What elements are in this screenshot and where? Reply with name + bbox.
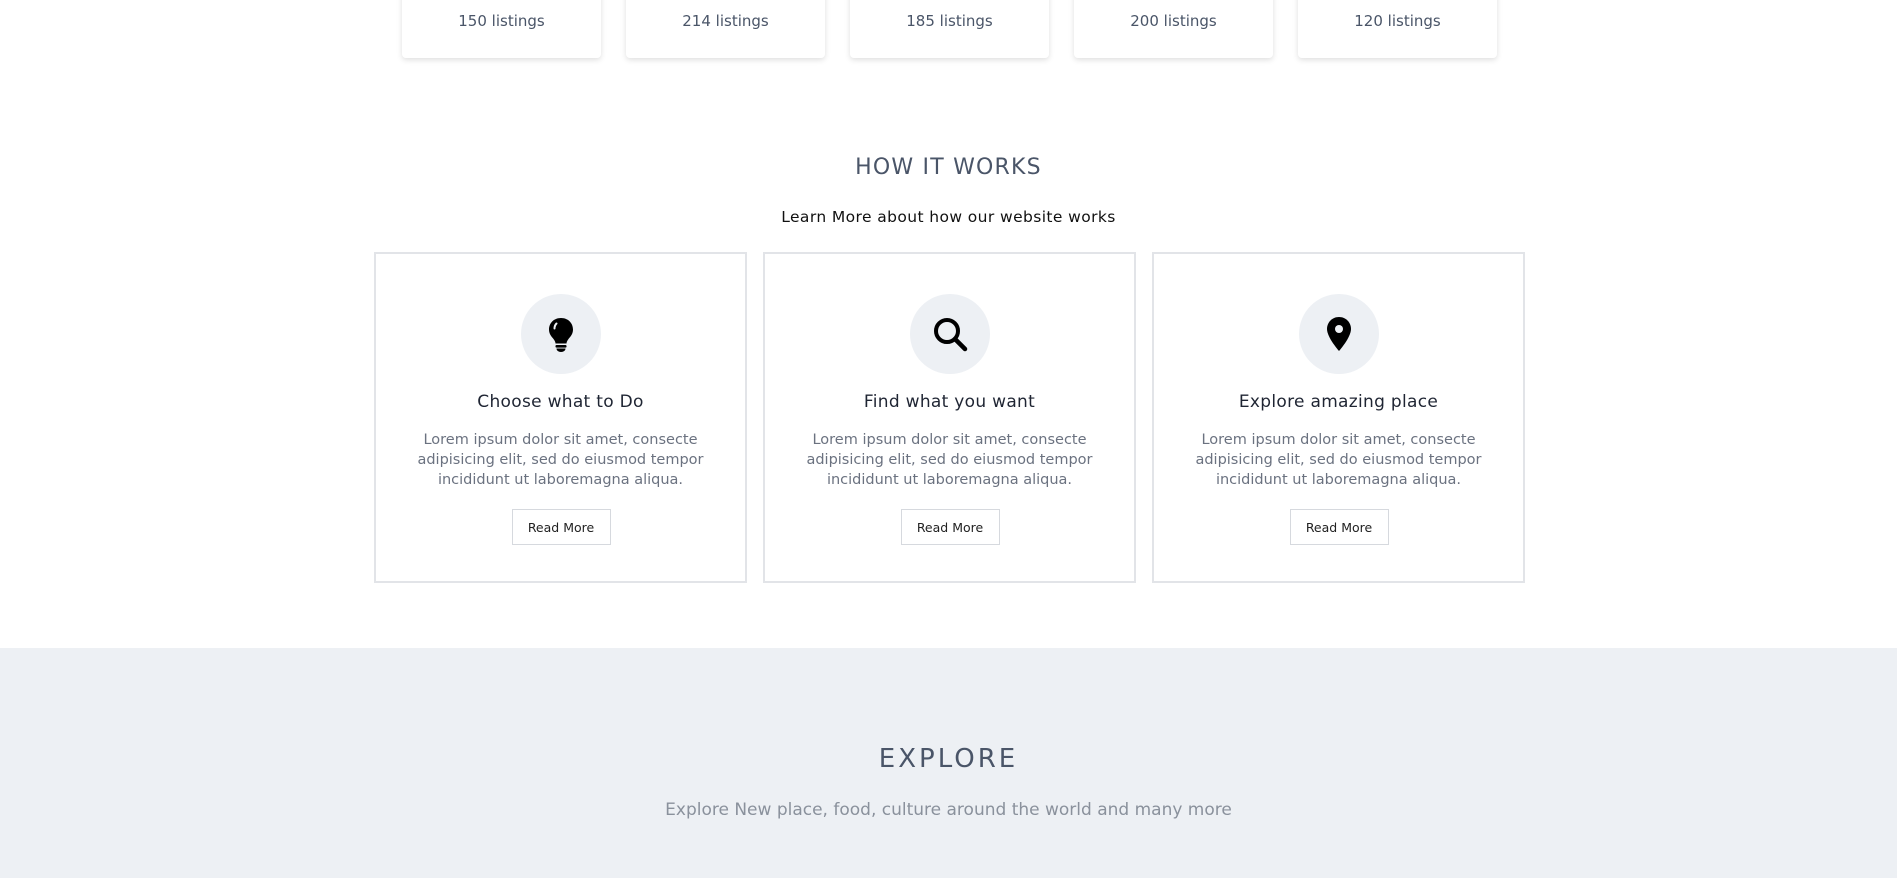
listing-card[interactable]: 200 listings bbox=[1074, 0, 1273, 58]
listing-card[interactable]: 150 listings bbox=[402, 0, 601, 58]
read-more-button[interactable]: Read More bbox=[1289, 509, 1389, 545]
step-card-find: Find what you want Lorem ipsum dolor sit… bbox=[763, 252, 1136, 583]
listing-count: 150 listings bbox=[458, 12, 545, 30]
listing-card[interactable]: 120 listings bbox=[1298, 0, 1497, 58]
listing-card[interactable]: 214 listings bbox=[626, 0, 825, 58]
listing-count: 214 listings bbox=[682, 12, 769, 30]
search-icon bbox=[933, 318, 967, 352]
listing-count: 120 listings bbox=[1354, 12, 1441, 30]
explore-section: EXPLORE Explore New place, food, culture… bbox=[0, 648, 1897, 878]
step-title: Explore amazing place bbox=[1238, 392, 1439, 412]
step-card-choose: Choose what to Do Lorem ipsum dolor sit … bbox=[374, 252, 747, 583]
step-icon-wrapper bbox=[909, 294, 990, 374]
explore-subtitle: Explore New place, food, culture around … bbox=[665, 800, 1232, 820]
step-description: Lorem ipsum dolor sit amet, consecte adi… bbox=[417, 432, 704, 488]
step-icon-wrapper bbox=[1298, 294, 1379, 374]
lightbulb-icon bbox=[548, 318, 573, 352]
step-description: Lorem ipsum dolor sit amet, consecte adi… bbox=[806, 432, 1093, 488]
step-description: Lorem ipsum dolor sit amet, consecte adi… bbox=[1195, 432, 1482, 488]
step-card-explore: Explore amazing place Lorem ipsum dolor … bbox=[1152, 252, 1525, 583]
step-title: Choose what to Do bbox=[477, 392, 644, 412]
step-icon-wrapper bbox=[520, 294, 601, 374]
how-it-works-subtitle: Learn More about how our website works bbox=[781, 208, 1116, 226]
read-more-button[interactable]: Read More bbox=[511, 509, 611, 545]
listing-count: 185 listings bbox=[906, 12, 993, 30]
read-more-button[interactable]: Read More bbox=[900, 509, 1000, 545]
page: 150 listings 214 listings 185 listings 2… bbox=[0, 0, 1897, 878]
listing-count: 200 listings bbox=[1130, 12, 1217, 30]
listing-card[interactable]: 185 listings bbox=[850, 0, 1049, 58]
how-it-works-title: HOW IT WORKS bbox=[855, 155, 1042, 180]
map-pin-icon bbox=[1326, 317, 1351, 351]
explore-title: EXPLORE bbox=[878, 744, 1019, 774]
step-title: Find what you want bbox=[863, 392, 1036, 412]
